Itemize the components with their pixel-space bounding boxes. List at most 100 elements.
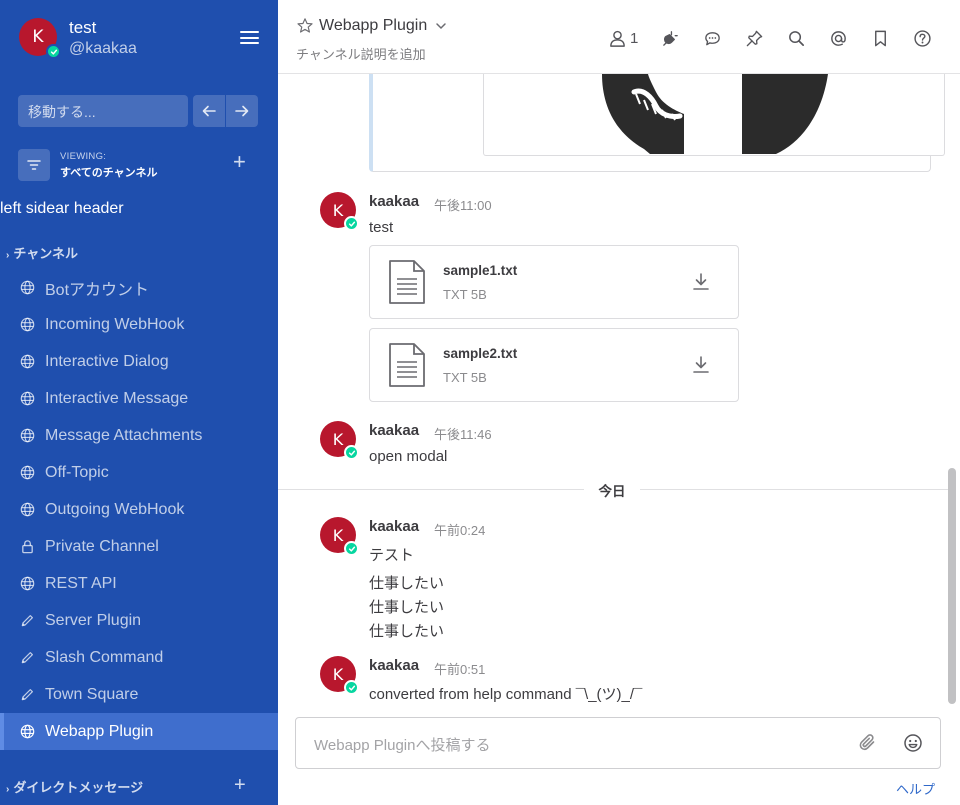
question-circle-icon: [914, 29, 931, 47]
post-timestamp[interactable]: 午前0:24: [434, 520, 485, 539]
post-timestamp[interactable]: 午後11:46: [434, 424, 492, 443]
download-icon[interactable]: [692, 355, 710, 375]
filter-button[interactable]: [18, 149, 50, 181]
post-message: converted from help command ¯\_(ツ)_/¯: [369, 686, 643, 703]
emoji-icon[interactable]: [903, 733, 923, 753]
file-attachment[interactable]: sample1.txt TXT 5B: [369, 245, 739, 319]
category-direct-messages[interactable]: › ダイレクトメッセージ +: [6, 774, 256, 797]
pin-icon: [746, 30, 763, 46]
sidebar-channel-item[interactable]: Slash Command: [0, 639, 278, 676]
viewing-label: VIEWING:: [60, 151, 107, 162]
team-header[interactable]: K test @kaakaa: [0, 0, 278, 74]
channel-label: Botアカウント: [45, 281, 150, 299]
post-username[interactable]: kaakaa: [369, 422, 419, 439]
post-list: K kaakaa 午後11:00 test sample1.txt TXT 5B…: [278, 74, 960, 714]
history-forward-button[interactable]: [226, 95, 258, 127]
avatar[interactable]: K: [320, 656, 359, 695]
globe-icon: [20, 317, 35, 332]
category-channels[interactable]: › チャンネル: [6, 243, 78, 262]
sidebar-channel-item[interactable]: Botアカウント: [0, 269, 278, 306]
member-list-button[interactable]: 1: [608, 29, 638, 48]
help-link[interactable]: ヘルプ: [896, 779, 935, 798]
pencil-icon: [20, 687, 35, 702]
globe-icon: [20, 724, 35, 739]
sidebar-channel-item[interactable]: Private Channel: [0, 528, 278, 565]
saved-posts-button[interactable]: [870, 28, 890, 48]
channel-label: Server Plugin: [45, 611, 142, 629]
channel-label: Slash Command: [45, 648, 164, 666]
main-menu-icon[interactable]: [240, 31, 259, 44]
chevron-down-icon: ›: [6, 250, 10, 261]
sidebar-channel-item[interactable]: Webapp Plugin: [0, 713, 278, 750]
sidebar: K test @kaakaa 移動する... VIEWING: すべてのチャンネ…: [0, 0, 278, 805]
avatar-letter: K: [32, 27, 44, 47]
avatar[interactable]: K: [320, 517, 359, 556]
message-input-placeholder: Webapp Pluginへ投稿する: [314, 737, 491, 754]
post-timestamp[interactable]: 午後11:00: [434, 195, 492, 214]
viewing-value: すべてのチャンネル: [60, 167, 158, 179]
post-list-scrollbar[interactable]: [948, 468, 956, 704]
channel-filter: VIEWING: すべてのチャンネル +: [18, 147, 268, 183]
member-icon: [610, 30, 625, 47]
channel-name: Webapp Plugin: [319, 17, 428, 34]
mentions-button[interactable]: [828, 28, 848, 48]
avatar[interactable]: K: [320, 192, 359, 231]
comments-button[interactable]: [702, 28, 722, 48]
post-message: 仕事したい: [369, 599, 445, 616]
paperclip-icon[interactable]: [858, 733, 878, 753]
channel-switcher-input[interactable]: 移動する...: [18, 95, 188, 127]
globe-icon: [20, 465, 35, 480]
post-username[interactable]: kaakaa: [369, 657, 419, 674]
channel-label: Off-Topic: [45, 463, 109, 481]
channel-title[interactable]: Webapp Plugin: [296, 17, 447, 35]
download-icon[interactable]: [692, 272, 710, 292]
avatar-letter: K: [332, 200, 344, 220]
online-status-icon: [46, 44, 61, 59]
file-attachment[interactable]: sample2.txt TXT 5B: [369, 328, 739, 402]
post-message: 仕事したい: [369, 575, 445, 592]
filter-icon: [27, 160, 41, 170]
sidebar-channel-item[interactable]: Off-Topic: [0, 454, 278, 491]
channel-label: Outgoing WebHook: [45, 500, 185, 518]
add-channel-icon[interactable]: +: [233, 151, 246, 173]
post-message: test: [369, 219, 394, 236]
sidebar-channel-item[interactable]: Interactive Dialog: [0, 343, 278, 380]
sidebar-channel-item[interactable]: Message Attachments: [0, 417, 278, 454]
sidebar-channel-item[interactable]: Town Square: [0, 676, 278, 713]
globe-icon: [20, 391, 35, 406]
file-name: sample1.txt: [443, 263, 518, 278]
globe-icon: [20, 502, 35, 517]
help-button[interactable]: [912, 28, 932, 48]
sidebar-channel-item[interactable]: Incoming WebHook: [0, 306, 278, 343]
channel-header: Webapp Plugin チャンネル説明を追加 1: [278, 0, 960, 74]
chevron-right-icon: ›: [6, 784, 10, 795]
embedded-image[interactable]: [483, 74, 945, 156]
channel-label: Interactive Dialog: [45, 352, 169, 370]
channel-label: Incoming WebHook: [45, 315, 185, 333]
sidebar-channel-item[interactable]: Server Plugin: [0, 602, 278, 639]
post-username[interactable]: kaakaa: [369, 518, 419, 535]
star-icon[interactable]: [296, 17, 314, 35]
sidebar-channel-item[interactable]: REST API: [0, 565, 278, 602]
add-dm-icon[interactable]: +: [234, 774, 246, 797]
online-status-icon: [344, 541, 359, 556]
sidebar-channel-item[interactable]: Interactive Message: [0, 380, 278, 417]
post-message: テスト: [369, 547, 415, 564]
pinned-posts-button[interactable]: [744, 28, 764, 48]
category-label: ダイレクトメッセージ: [13, 780, 144, 795]
post-username[interactable]: kaakaa: [369, 193, 419, 210]
message-input[interactable]: Webapp Pluginへ投稿する: [295, 717, 941, 769]
avatar[interactable]: K: [320, 421, 359, 460]
search-icon: [788, 30, 804, 46]
post-message: 仕事したい: [369, 623, 445, 640]
search-button[interactable]: [786, 28, 806, 48]
post-timestamp[interactable]: 午前0:51: [434, 659, 485, 678]
channel-purpose-link[interactable]: チャンネル説明を追加: [296, 44, 426, 63]
history-back-button[interactable]: [193, 95, 225, 127]
plugin-button[interactable]: [660, 28, 680, 48]
avatar[interactable]: K: [19, 18, 61, 59]
sidebar-channel-item[interactable]: Outgoing WebHook: [0, 491, 278, 528]
team-name: test: [69, 18, 97, 37]
at-mention-icon: [830, 30, 846, 46]
channel-label: Webapp Plugin: [45, 722, 154, 740]
